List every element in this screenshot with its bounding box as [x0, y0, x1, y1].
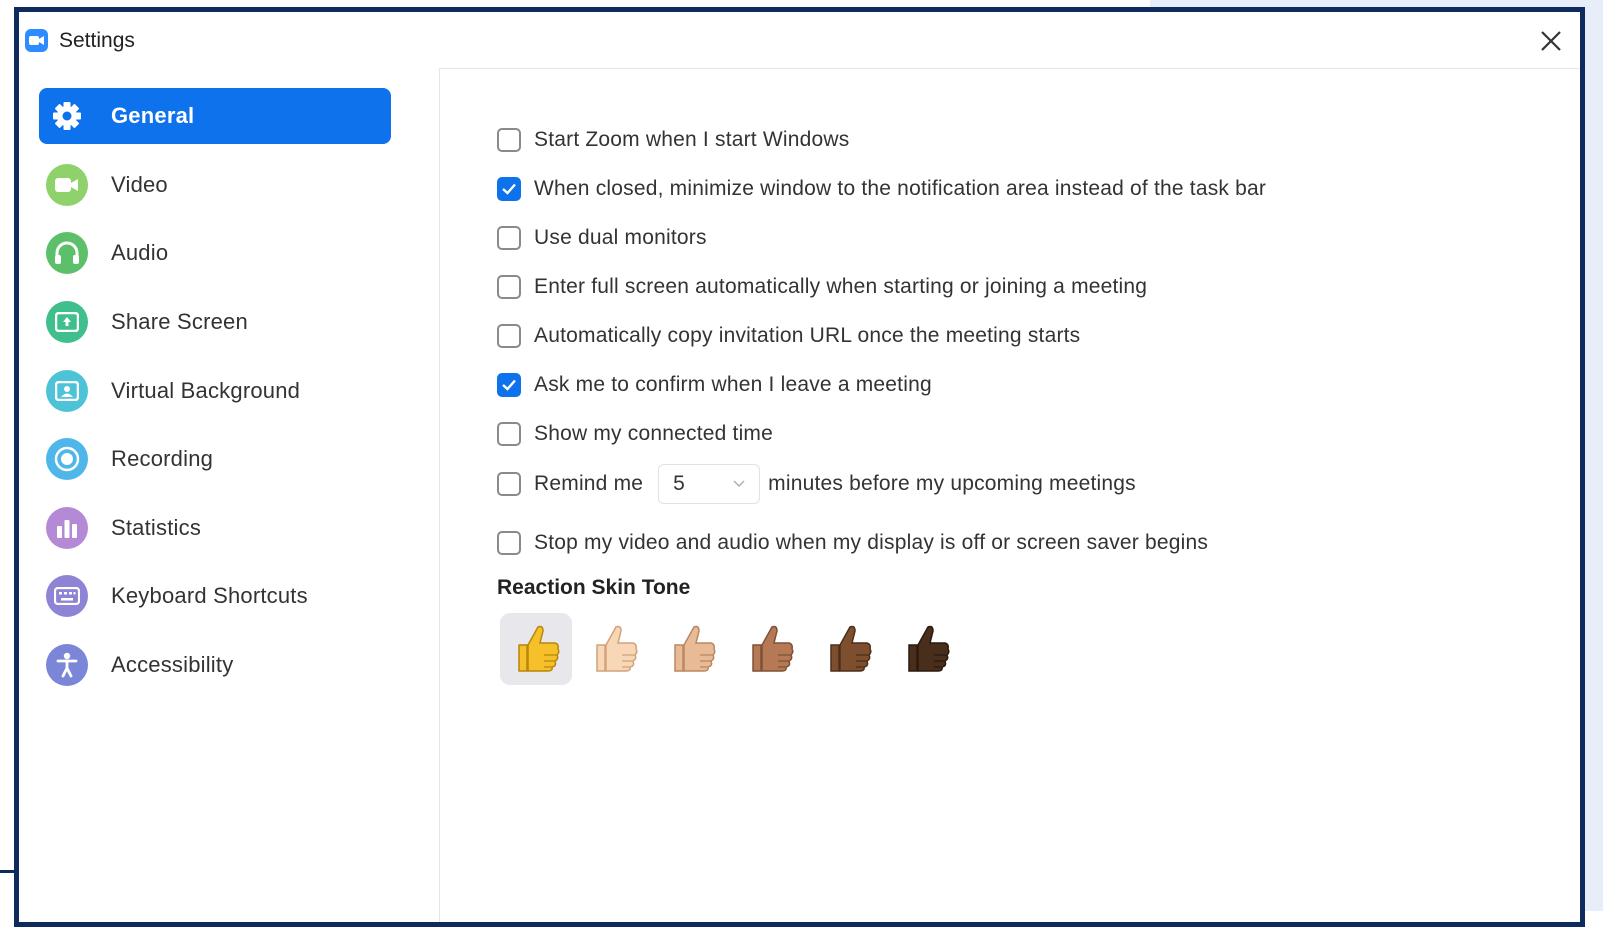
checkbox[interactable]	[497, 128, 521, 152]
bar-chart-icon	[46, 507, 88, 549]
option-stop-video-on-screen-saver[interactable]: Stop my video and audio when my display …	[497, 531, 1208, 555]
sidebar-item-general[interactable]: General	[39, 88, 391, 144]
remind-checkbox[interactable]	[497, 472, 521, 496]
thumbs-up-icon	[596, 625, 638, 672]
reaction-skin-tone-title: Reaction Skin Tone	[497, 576, 691, 599]
sidebar-item-label: Audio	[111, 240, 169, 265]
sidebar-item-statistics[interactable]: Statistics	[39, 500, 391, 556]
close-icon	[1541, 31, 1561, 51]
close-button[interactable]	[1532, 22, 1570, 60]
sidebar-item-label: Virtual Background	[111, 378, 301, 403]
sidebar-item-virtual-background[interactable]: Virtual Background	[39, 363, 391, 419]
option-label: When closed, minimize window to the noti…	[534, 177, 1267, 200]
sidebar-item-label: Keyboard Shortcuts	[111, 583, 308, 608]
option-show-connected-time[interactable]: Show my connected time	[497, 422, 773, 446]
general-settings-panel: Start Zoom when I start Windows When clo…	[440, 68, 1580, 922]
thumbs-up-icon	[674, 625, 716, 672]
skin-tone-option-medium[interactable]	[734, 613, 806, 685]
option-full-screen-automatically[interactable]: Enter full screen automatically when sta…	[497, 275, 1147, 299]
checkbox[interactable]	[497, 422, 521, 446]
option-minimize-to-notification-area[interactable]: When closed, minimize window to the noti…	[497, 177, 1266, 201]
thumbs-up-icon	[830, 625, 872, 672]
thumbs-up-icon	[752, 625, 794, 672]
skin-tone-picker	[500, 613, 968, 685]
remind-after-label: minutes before my upcoming meetings	[768, 472, 1136, 495]
background-strip	[0, 0, 14, 911]
remind-label: Remind me	[534, 472, 644, 495]
sidebar-item-video[interactable]: Video	[39, 157, 391, 213]
sidebar-item-keyboard-shortcuts[interactable]: Keyboard Shortcuts	[39, 568, 391, 624]
option-label: Start Zoom when I start Windows	[534, 128, 850, 151]
checkbox[interactable]	[497, 373, 521, 397]
skin-tone-option-yellow[interactable]	[500, 613, 572, 685]
option-dual-monitors[interactable]: Use dual monitors	[497, 226, 707, 250]
option-label: Stop my video and audio when my display …	[534, 531, 1209, 554]
sidebar-item-recording[interactable]: Recording	[39, 431, 391, 487]
checkbox[interactable]	[497, 177, 521, 201]
skin-tone-option-medium-light[interactable]	[656, 613, 728, 685]
zoom-app-icon	[25, 29, 48, 52]
share-screen-icon	[46, 301, 88, 343]
option-remind-me: Remind me 5 minutes before my upcoming m…	[497, 464, 1136, 504]
accessibility-icon	[46, 644, 88, 686]
checkmark-icon	[502, 379, 516, 391]
thumbs-up-icon	[518, 625, 560, 672]
sidebar-item-label: Recording	[111, 446, 214, 471]
checkmark-icon	[502, 183, 516, 195]
skin-tone-option-dark[interactable]	[890, 613, 962, 685]
remind-minutes-value: 5	[673, 472, 685, 495]
option-label: Use dual monitors	[534, 226, 707, 249]
keyboard-icon	[46, 575, 88, 617]
video-camera-icon	[46, 164, 88, 206]
record-icon	[46, 438, 88, 480]
headphones-icon	[46, 232, 88, 274]
sidebar-item-label: Accessibility	[111, 652, 234, 677]
remind-minutes-select[interactable]: 5	[658, 464, 761, 504]
sidebar-item-audio[interactable]: Audio	[39, 225, 391, 281]
sidebar-item-label: Video	[111, 172, 168, 197]
person-portrait-icon	[46, 370, 88, 412]
sidebar-item-label: General	[111, 103, 195, 128]
checkbox[interactable]	[497, 275, 521, 299]
skin-tone-option-medium-dark[interactable]	[812, 613, 884, 685]
settings-sidebar: General Video Audio Share Screen Virtual	[19, 68, 440, 922]
gear-icon	[46, 95, 88, 137]
window-title: Settings	[59, 29, 135, 52]
option-label: Show my connected time	[534, 422, 774, 445]
checkbox[interactable]	[497, 531, 521, 555]
sidebar-item-label: Share Screen	[111, 309, 248, 334]
option-start-zoom-with-windows[interactable]: Start Zoom when I start Windows	[497, 128, 849, 152]
skin-tone-option-light[interactable]	[578, 613, 650, 685]
sidebar-item-label: Statistics	[111, 515, 202, 540]
option-copy-invitation-url[interactable]: Automatically copy invitation URL once t…	[497, 324, 1080, 348]
option-label: Enter full screen automatically when sta…	[534, 275, 1148, 298]
option-label: Ask me to confirm when I leave a meeting	[534, 373, 932, 396]
chevron-down-icon	[733, 480, 745, 488]
sidebar-item-accessibility[interactable]: Accessibility	[39, 637, 391, 693]
option-label: Automatically copy invitation URL once t…	[534, 324, 1081, 347]
checkbox[interactable]	[497, 226, 521, 250]
title-bar: Settings	[19, 12, 1580, 69]
thumbs-up-icon	[908, 625, 950, 672]
checkbox[interactable]	[497, 324, 521, 348]
option-confirm-leave-meeting[interactable]: Ask me to confirm when I leave a meeting	[497, 373, 932, 397]
settings-window: Settings General Video Audio Share Scree…	[14, 7, 1585, 927]
sidebar-item-share-screen[interactable]: Share Screen	[39, 294, 391, 350]
